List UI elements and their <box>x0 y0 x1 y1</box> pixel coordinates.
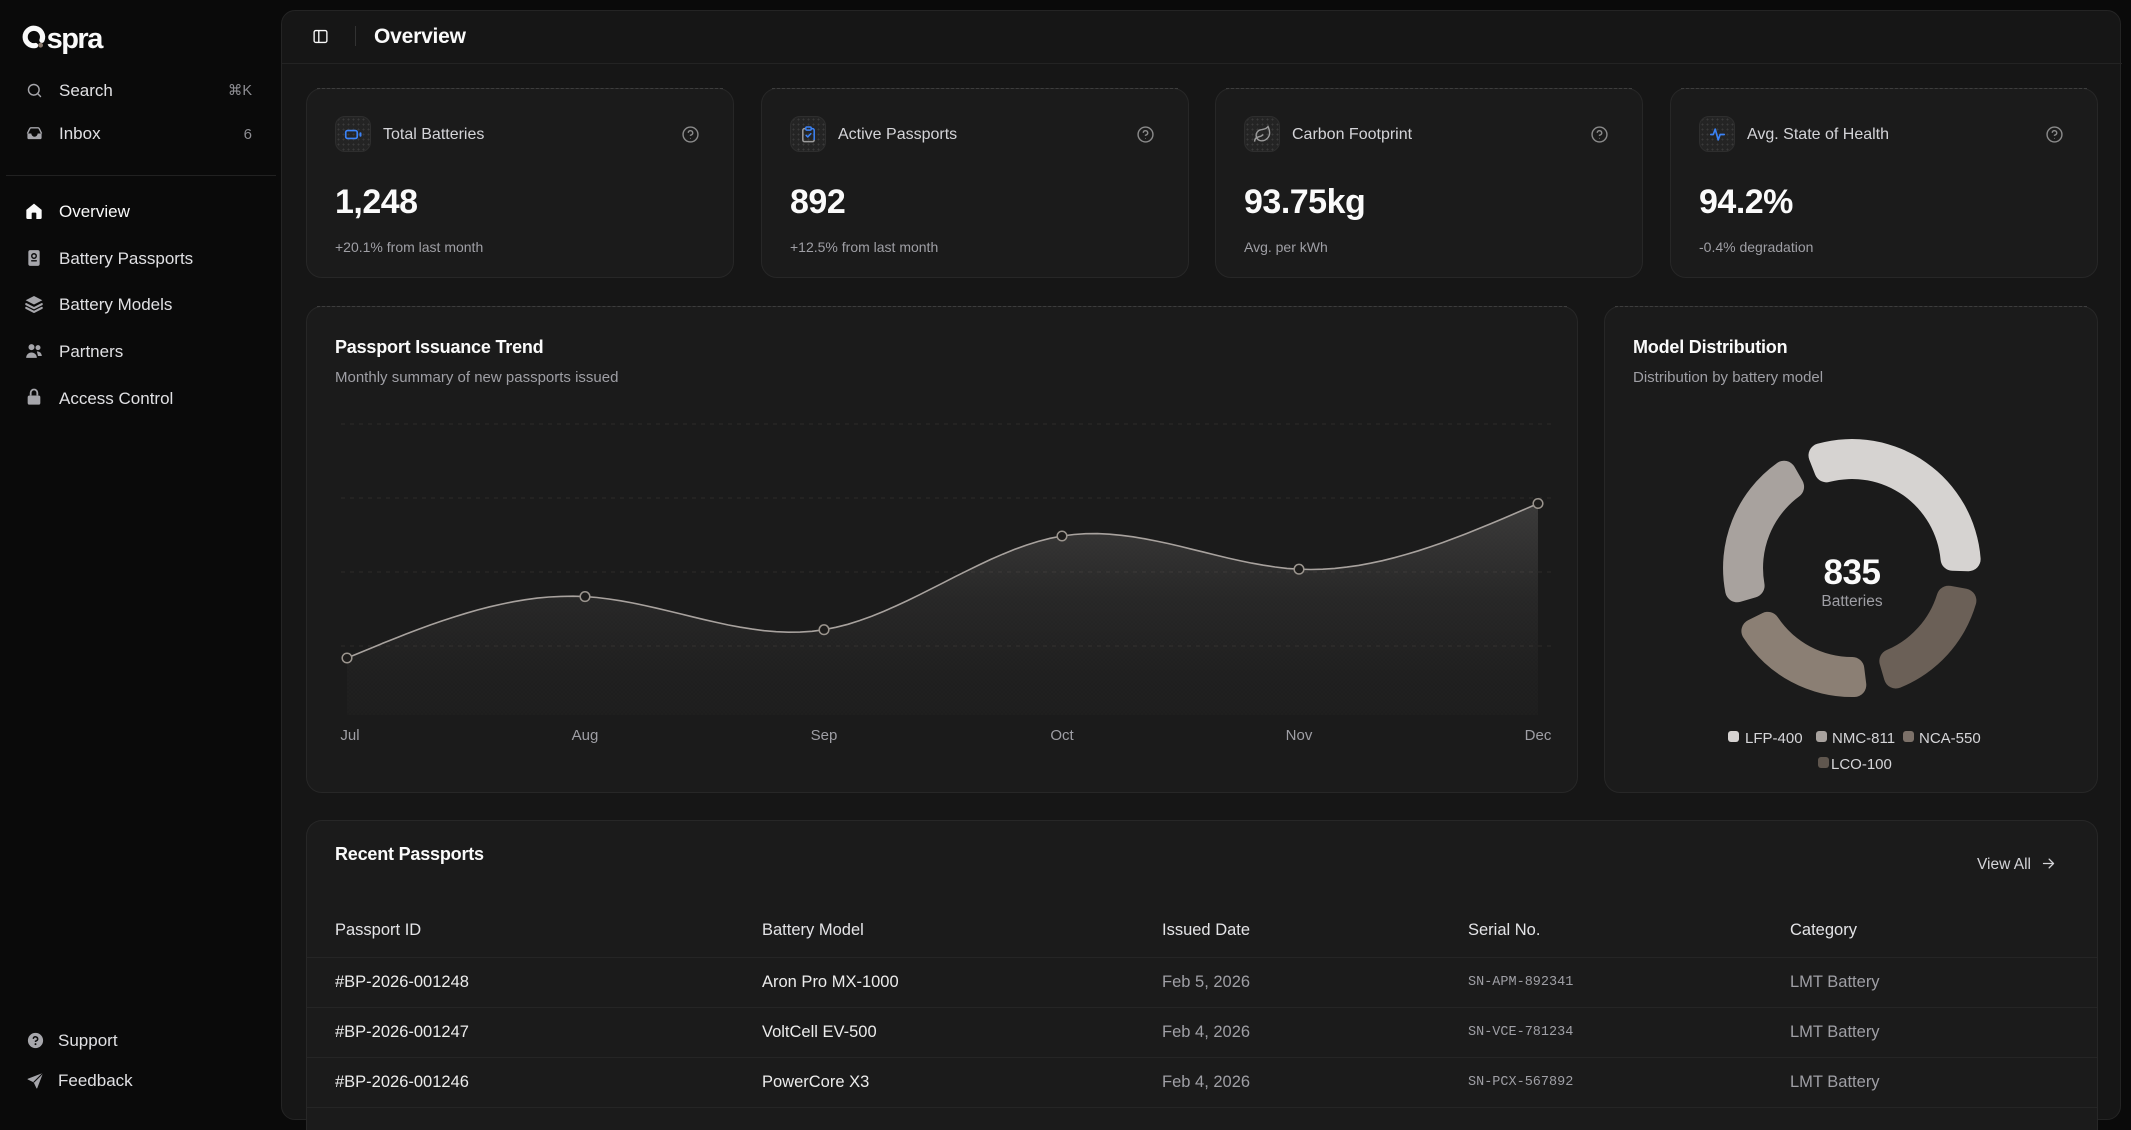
svg-text:LFP-400: LFP-400 <box>1745 730 1803 747</box>
svg-text:Batteries: Batteries <box>1821 593 1882 610</box>
svg-text:Oct: Oct <box>1050 727 1074 744</box>
svg-text:Aug: Aug <box>572 727 599 744</box>
svg-text:835: 835 <box>1824 553 1881 592</box>
svg-text:LCO-100: LCO-100 <box>1831 756 1892 773</box>
svg-text:spra: spra <box>47 23 105 55</box>
svg-text:Dec: Dec <box>1525 727 1552 744</box>
svg-text:NMC-811: NMC-811 <box>1832 730 1895 747</box>
svg-text:Nov: Nov <box>1286 727 1313 744</box>
svg-text:NCA-550: NCA-550 <box>1919 730 1981 747</box>
svg-text:Sep: Sep <box>811 727 838 744</box>
svg-text:Jul: Jul <box>340 727 359 744</box>
